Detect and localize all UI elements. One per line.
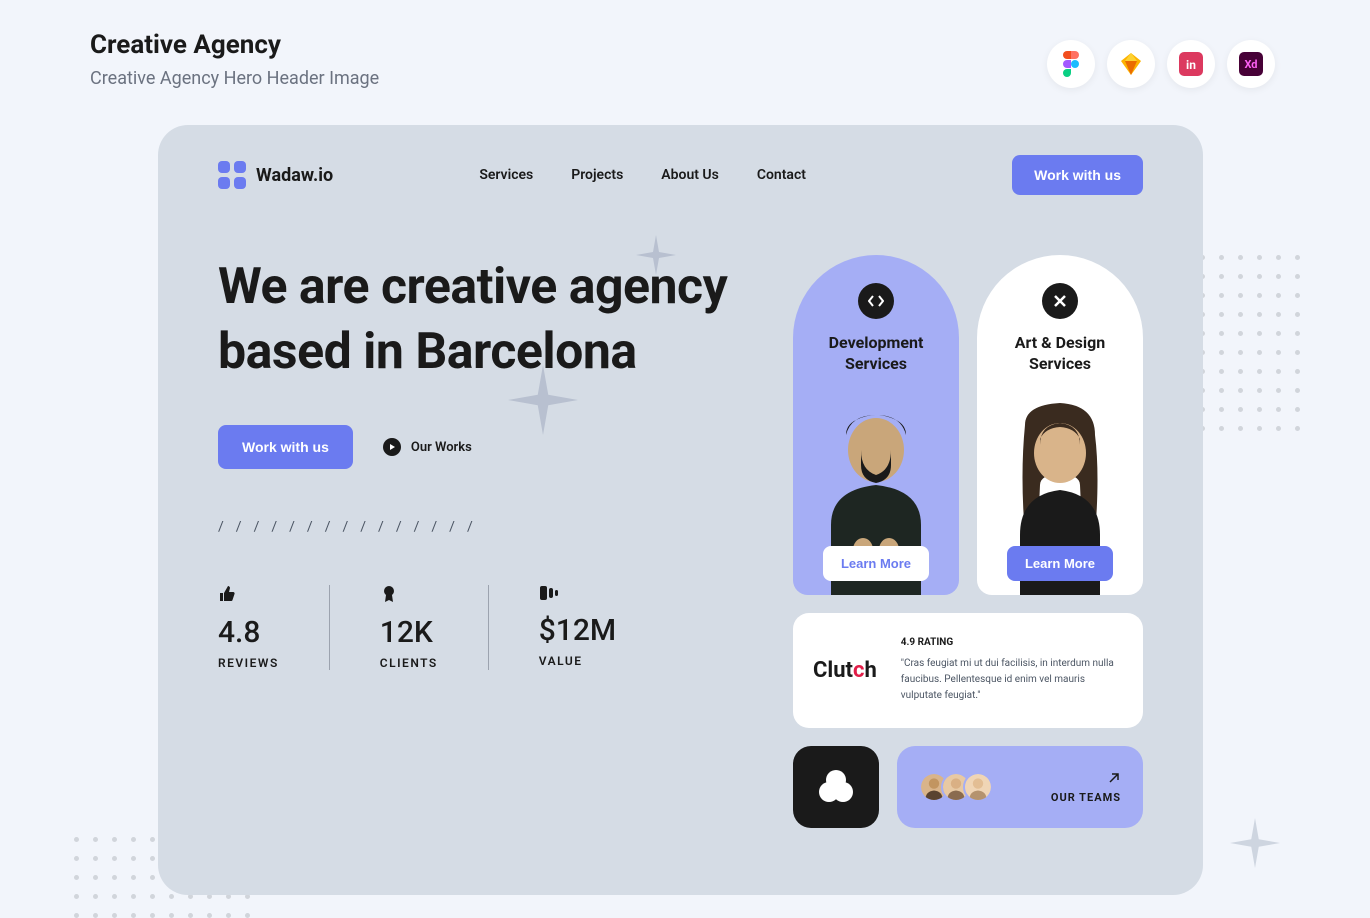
our-works-label: Our Works	[411, 440, 472, 455]
service-title: Art & Design Services	[991, 333, 1129, 375]
award-icon	[380, 585, 398, 603]
teams-label: OUR TEAMS	[1051, 791, 1121, 804]
hero-right: Development Services Learn More	[793, 255, 1143, 828]
code-icon	[858, 283, 894, 319]
nav-links: Services Projects About Us Contact	[479, 167, 806, 183]
hero-title: We are creative agency based in Barcelon…	[218, 255, 763, 385]
tool-badges: in Xd	[1047, 40, 1275, 88]
overlap-circles-icon[interactable]	[793, 746, 879, 828]
navbar: Wadaw.io Services Projects About Us Cont…	[218, 155, 1143, 195]
nav-link-contact[interactable]: Contact	[757, 167, 806, 183]
review-content: 4.9 RATING "Cras feugiat mi ut dui facil…	[901, 637, 1123, 704]
stat-label: VALUE	[539, 654, 616, 668]
service-card-art-design[interactable]: Art & Design Services Learn More	[977, 255, 1143, 595]
invision-icon[interactable]: in	[1167, 40, 1215, 88]
design-icon	[1042, 283, 1078, 319]
dot-pattern-decoration	[1200, 255, 1300, 431]
our-works-button[interactable]: Our Works	[383, 438, 472, 456]
teams-right: OUR TEAMS	[1051, 771, 1121, 804]
sparkle-icon	[1230, 818, 1280, 868]
figma-icon[interactable]	[1047, 40, 1095, 88]
nav-link-about[interactable]: About Us	[661, 167, 719, 183]
hero-card: Wadaw.io Services Projects About Us Cont…	[158, 125, 1203, 895]
avatar-stack	[919, 772, 993, 802]
thumbs-up-icon	[218, 585, 236, 603]
svg-text:in: in	[1186, 58, 1196, 72]
stat-value-money: $12M VALUE	[539, 585, 666, 670]
stat-value: 12K	[380, 615, 438, 650]
page-subtitle: Creative Agency Hero Header Image	[90, 68, 379, 89]
page-title: Creative Agency	[90, 30, 379, 60]
play-icon	[383, 438, 401, 456]
stat-label: CLIENTS	[380, 656, 438, 670]
rating-label: 4.9 RATING	[901, 637, 1123, 648]
stat-value: 4.8	[218, 615, 279, 650]
logo-mark-icon	[218, 161, 246, 189]
sketch-icon[interactable]	[1107, 40, 1155, 88]
divider-slashes: ///////////////	[218, 519, 763, 535]
brand-name: Wadaw.io	[256, 165, 333, 186]
service-title: Development Services	[807, 333, 945, 375]
hero-left: We are creative agency based in Barcelon…	[218, 255, 763, 828]
svg-text:Xd: Xd	[1244, 58, 1257, 71]
teams-card[interactable]: OUR TEAMS	[897, 746, 1143, 828]
learn-more-button[interactable]: Learn More	[1007, 546, 1113, 581]
page-header: Creative Agency Creative Agency Hero Hea…	[90, 30, 379, 89]
stat-value: $12M	[539, 613, 616, 648]
bottom-row: OUR TEAMS	[793, 746, 1143, 828]
sparkle-icon	[508, 365, 578, 435]
header-cta-button[interactable]: Work with us	[1012, 155, 1143, 195]
hero-actions: Work with us Our Works	[218, 425, 763, 469]
review-card: Clutch 4.9 RATING "Cras feugiat mi ut du…	[793, 613, 1143, 728]
review-text: "Cras feugiat mi ut dui facilisis, in in…	[901, 656, 1123, 704]
clutch-logo: Clutch	[813, 658, 877, 683]
stat-label: REVIEWS	[218, 656, 279, 670]
service-card-development[interactable]: Development Services Learn More	[793, 255, 959, 595]
stat-reviews: 4.8 REVIEWS	[218, 585, 330, 670]
money-icon	[539, 585, 559, 601]
nav-link-projects[interactable]: Projects	[571, 167, 623, 183]
nav-link-services[interactable]: Services	[479, 167, 533, 183]
stats-row: 4.8 REVIEWS 12K CLIENTS $12M VALUE	[218, 585, 763, 670]
arrow-icon	[1107, 771, 1121, 785]
sparkle-icon	[636, 235, 676, 275]
hero-cta-button[interactable]: Work with us	[218, 425, 353, 469]
service-cards: Development Services Learn More	[793, 255, 1143, 595]
avatar	[963, 772, 993, 802]
xd-icon[interactable]: Xd	[1227, 40, 1275, 88]
logo[interactable]: Wadaw.io	[218, 161, 333, 189]
stat-clients: 12K CLIENTS	[380, 585, 489, 670]
learn-more-button[interactable]: Learn More	[823, 546, 929, 581]
hero-content: We are creative agency based in Barcelon…	[218, 255, 1143, 828]
